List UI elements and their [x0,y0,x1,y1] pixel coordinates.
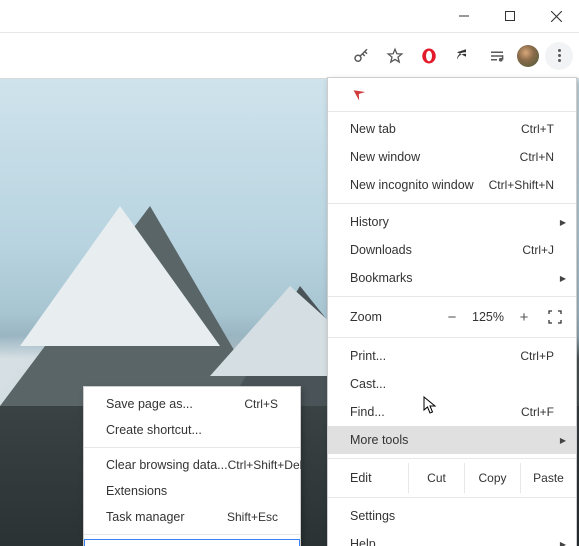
edit-copy-button[interactable]: Copy [465,463,521,493]
fullscreen-button[interactable] [542,306,568,328]
menu-item-help[interactable]: Help [328,530,576,546]
more-icon[interactable] [545,42,573,70]
menu-label: Settings [350,509,554,523]
star-icon[interactable] [381,42,409,70]
submenu-item-task-manager[interactable]: Task manager Shift+Esc [84,504,300,530]
send-icon [346,84,367,106]
menu-label: Save page as... [106,397,244,411]
avatar[interactable] [517,45,539,67]
menu-label: Create shortcut... [106,423,278,437]
submenu-item-save-as[interactable]: Save page as... Ctrl+S [84,391,300,417]
edit-cut-button[interactable]: Cut [409,463,465,493]
menu-label: Edit [350,471,406,485]
menu-shortcut: Ctrl+T [521,122,554,136]
menu-item-downloads[interactable]: Downloads Ctrl+J [328,236,576,264]
menu-item-new-window[interactable]: New window Ctrl+N [328,143,576,171]
menu-label: New tab [350,122,521,136]
menu-shortcut: Ctrl+F [521,405,554,419]
menu-label: More tools [350,433,554,447]
menu-item-find[interactable]: Find... Ctrl+F [328,398,576,426]
menu-shortcut: Shift+Esc [227,510,278,524]
menu-item-edit: Edit Cut Copy Paste [328,463,576,493]
submenu-item-developer-tools[interactable]: Developer tools Ctrl+Shift+I [84,539,300,546]
menu-separator [328,497,576,498]
menu-shortcut: Ctrl+Shift+Del [228,458,303,472]
zoom-value: 125% [466,310,510,324]
menu-item-new-tab[interactable]: New tab Ctrl+T [328,115,576,143]
browser-toolbar [0,33,579,79]
menu-label: Task manager [106,510,227,524]
more-tools-submenu: Save page as... Ctrl+S Create shortcut..… [83,386,301,546]
menu-shortcut: Ctrl+P [520,349,554,363]
opera-ext-icon[interactable] [415,42,443,70]
menu-item-settings[interactable]: Settings [328,502,576,530]
key-icon[interactable] [347,42,375,70]
menu-separator [328,337,576,338]
menu-item-more-tools[interactable]: More tools [328,426,576,454]
menu-label: Print... [350,349,520,363]
edit-paste-button[interactable]: Paste [521,463,576,493]
menu-shortcut: Ctrl+Shift+N [489,178,554,192]
submenu-item-clear-data[interactable]: Clear browsing data... Ctrl+Shift+Del [84,452,300,478]
main-menu: New tab Ctrl+T New window Ctrl+N New inc… [327,77,577,546]
menu-separator [328,203,576,204]
menu-label: Downloads [350,243,522,257]
menu-label: Clear browsing data... [106,458,228,472]
menu-label: New window [350,150,520,164]
maximize-button[interactable] [487,0,533,32]
menu-shortcut: Ctrl+S [244,397,278,411]
zoom-out-button[interactable]: − [438,309,466,326]
submenu-item-create-shortcut[interactable]: Create shortcut... [84,417,300,443]
menu-label: Bookmarks [350,271,554,285]
zoom-in-button[interactable]: + [510,309,538,326]
menu-shortcut: Ctrl+N [520,150,554,164]
menu-separator [84,534,300,535]
menu-label: New incognito window [350,178,489,192]
menu-item-history[interactable]: History [328,208,576,236]
playlist-icon[interactable] [483,42,511,70]
menu-label: Find... [350,405,521,419]
menu-item-incognito[interactable]: New incognito window Ctrl+Shift+N [328,171,576,199]
menu-item-bookmarks[interactable]: Bookmarks [328,264,576,292]
minimize-button[interactable] [441,0,487,32]
menu-separator [328,296,576,297]
menu-label: Zoom [350,310,438,324]
menu-item-send[interactable] [328,78,576,112]
submenu-item-extensions[interactable]: Extensions [84,478,300,504]
menu-item-zoom: Zoom − 125% + [328,301,576,333]
menu-item-print[interactable]: Print... Ctrl+P [328,342,576,370]
menu-label: Cast... [350,377,554,391]
menu-separator [328,458,576,459]
window-titlebar [0,0,579,33]
menu-item-cast[interactable]: Cast... [328,370,576,398]
close-button[interactable] [533,0,579,32]
menu-label: Extensions [106,484,278,498]
menu-separator [84,447,300,448]
reply-icon[interactable] [449,42,477,70]
menu-shortcut: Ctrl+J [522,243,554,257]
menu-label: History [350,215,554,229]
menu-label: Help [350,537,554,546]
